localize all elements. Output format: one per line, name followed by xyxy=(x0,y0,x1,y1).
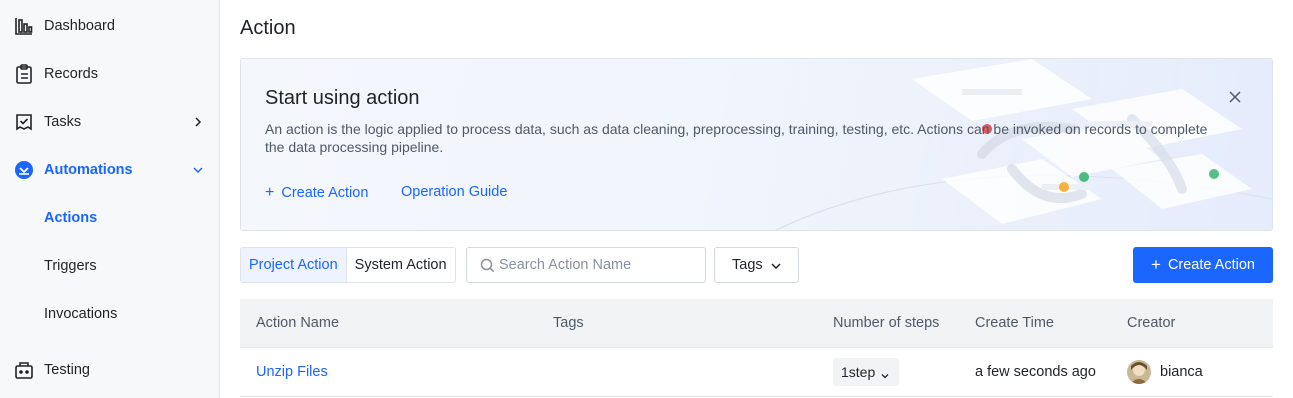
task-icon xyxy=(13,111,35,133)
create-action-label: Create Action xyxy=(1167,257,1255,273)
sidebar-item-label: Testing xyxy=(44,362,90,378)
sidebar-item-automations[interactable]: Automations xyxy=(0,150,219,190)
action-name-link[interactable]: Unzip Files xyxy=(256,364,328,380)
column-header-creator: Creator xyxy=(1127,315,1176,331)
close-icon[interactable] xyxy=(1227,89,1243,105)
tags-filter-label: Tags xyxy=(732,257,763,273)
table-header: Action Name Tags Number of steps Create … xyxy=(240,299,1273,348)
sidebar-item-label: Dashboard xyxy=(44,18,115,34)
automation-icon xyxy=(13,159,35,181)
page-title: Action xyxy=(240,17,296,39)
plus-icon: + xyxy=(1151,255,1161,274)
creator-name: bianca xyxy=(1160,364,1203,380)
main-content: Action Start using action An action is t… xyxy=(220,0,1293,398)
banner-create-action-label: Create Action xyxy=(281,185,369,201)
create-action-button[interactable]: + Create Action xyxy=(1133,247,1273,283)
action-type-tabs: Project Action System Action xyxy=(240,247,456,283)
sidebar-item-invocations[interactable]: Invocations xyxy=(0,294,219,334)
banner-description: An action is the logic applied to proces… xyxy=(265,121,1208,155)
table-row: Unzip Files 1step a few seconds ago bian… xyxy=(240,348,1273,397)
column-header-steps: Number of steps xyxy=(833,315,940,331)
intro-banner: Start using action An action is the logi… xyxy=(240,58,1273,231)
column-header-tags: Tags xyxy=(553,315,584,331)
column-header-action-name: Action Name xyxy=(256,315,340,331)
sidebar-item-label: Automations xyxy=(44,162,133,178)
sidebar: Dashboard Records Tasks Automations Acti… xyxy=(0,0,220,398)
testing-icon xyxy=(13,359,35,381)
sidebar-item-tasks[interactable]: Tasks xyxy=(0,102,219,142)
sidebar-item-label: Actions xyxy=(44,210,98,226)
search-input[interactable] xyxy=(499,248,699,282)
chevron-right-icon xyxy=(191,115,205,129)
clipboard-icon xyxy=(13,63,35,85)
sidebar-item-actions[interactable]: Actions xyxy=(0,198,219,238)
tab-project-action[interactable]: Project Action xyxy=(241,248,347,282)
avatar xyxy=(1127,360,1151,384)
sidebar-item-records[interactable]: Records xyxy=(0,54,219,94)
banner-title: Start using action xyxy=(265,87,420,109)
search-icon xyxy=(480,258,495,273)
chevron-down-icon xyxy=(191,163,205,177)
sidebar-item-label: Invocations xyxy=(44,306,118,322)
chevron-down-icon xyxy=(880,368,890,379)
banner-create-action-link[interactable]: + Create Action xyxy=(265,184,368,202)
sidebar-item-label: Triggers xyxy=(44,258,97,274)
sidebar-item-testing[interactable]: Testing xyxy=(0,350,219,390)
sidebar-item-dashboard[interactable]: Dashboard xyxy=(0,6,219,46)
chevron-down-icon xyxy=(770,260,782,272)
sidebar-item-label: Records xyxy=(44,66,98,82)
search-box xyxy=(466,247,706,283)
sidebar-item-label: Tasks xyxy=(44,114,82,130)
plus-icon: + xyxy=(265,184,275,201)
operation-guide-link[interactable]: Operation Guide xyxy=(401,184,507,200)
column-header-create-time: Create Time xyxy=(975,315,1054,331)
steps-dropdown[interactable]: 1step xyxy=(833,358,899,386)
create-time: a few seconds ago xyxy=(975,364,1096,380)
bar-chart-icon xyxy=(13,15,35,37)
sidebar-item-triggers[interactable]: Triggers xyxy=(0,246,219,286)
tab-system-action[interactable]: System Action xyxy=(346,248,455,282)
steps-label: 1step xyxy=(841,364,876,380)
tags-filter-dropdown[interactable]: Tags xyxy=(714,247,799,283)
